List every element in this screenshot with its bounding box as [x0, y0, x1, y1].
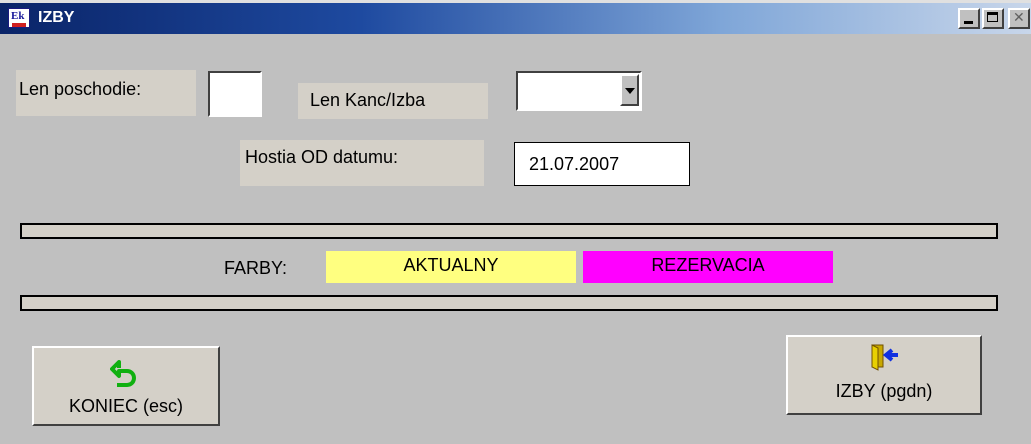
floor-input[interactable] — [208, 71, 262, 117]
exit-button[interactable]: KONIEC (esc) — [32, 346, 220, 426]
app-icon[interactable]: Ek — [8, 8, 30, 28]
upper-divider-bar — [20, 223, 998, 239]
chevron-down-icon — [625, 88, 635, 94]
rooms-button-label: IZBY (pgdn) — [835, 381, 933, 401]
maximize-icon — [987, 12, 998, 22]
type-combo-dropdown-button[interactable] — [620, 74, 639, 106]
window-title: IZBY — [38, 9, 75, 26]
lower-divider-bar — [20, 295, 998, 311]
legend-label: FARBY: — [224, 258, 288, 278]
undo-arrow-icon — [110, 360, 136, 387]
title-bar[interactable]: Ek IZBY ✕ — [0, 0, 1031, 34]
legend-item-aktualny: AKTUALNY — [326, 251, 576, 283]
minimize-button[interactable] — [958, 8, 980, 29]
rooms-button[interactable]: IZBY (pgdn) — [786, 335, 982, 415]
door-enter-icon — [871, 344, 898, 371]
date-input[interactable]: 21.07.2007 — [514, 142, 690, 186]
floor-label: Len poschodie: — [16, 70, 196, 116]
type-combo[interactable] — [516, 71, 642, 111]
minimize-icon — [964, 21, 973, 24]
exit-button-label: KONIEC (esc) — [68, 396, 183, 416]
close-button[interactable]: ✕ — [1008, 8, 1030, 29]
legend-item-rezervacia: REZERVACIA — [583, 251, 833, 283]
date-label: Hostia OD datumu: — [240, 140, 484, 186]
type-label: Len Kanc/Izba — [298, 83, 488, 119]
maximize-button[interactable] — [982, 8, 1004, 29]
close-icon: ✕ — [1013, 10, 1025, 26]
